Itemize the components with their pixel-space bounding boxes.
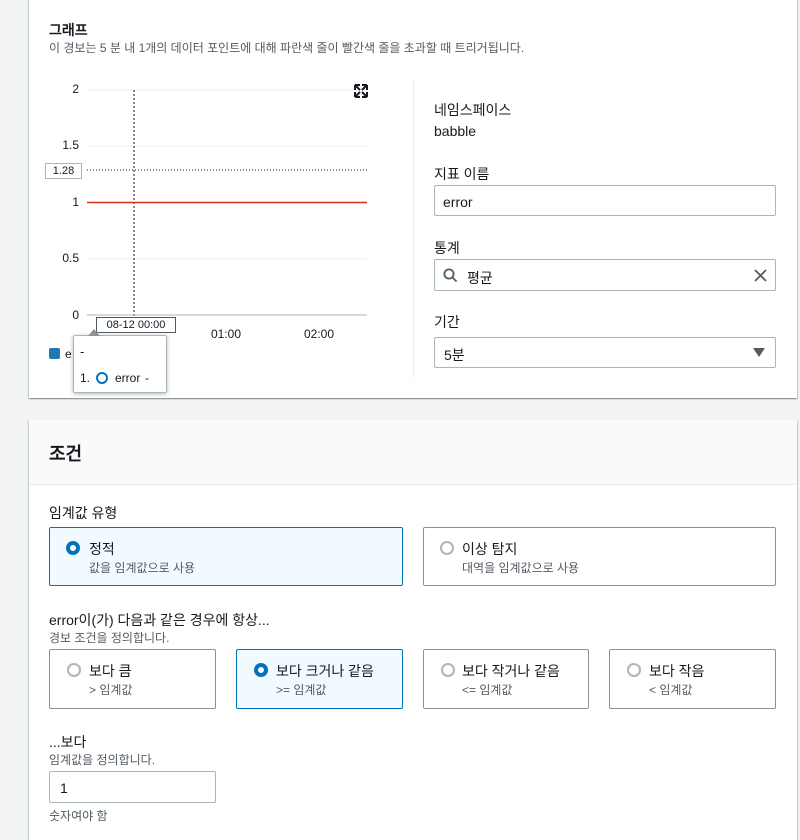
tooltip-index: 1. xyxy=(80,371,91,385)
series-circle-icon xyxy=(96,372,108,384)
hover-x-label: 08-12 00:00 xyxy=(96,317,176,333)
greater-equal-desc: >= 임계값 xyxy=(276,683,327,697)
search-icon xyxy=(443,268,458,283)
period-label: 기간 xyxy=(434,314,460,330)
radio-greater[interactable] xyxy=(67,663,81,677)
x-tick-02-00: 02:00 xyxy=(304,327,335,341)
conditions-title: 조건 xyxy=(49,444,83,464)
y-tick-0.5: 0.5 xyxy=(62,251,79,265)
greater-desc: > 임계값 xyxy=(89,683,133,697)
tooltip-arrow xyxy=(88,329,100,336)
tooltip-metric: error xyxy=(115,371,141,385)
operator-less[interactable]: 보다 작음 < 임계값 xyxy=(609,649,776,709)
legend-label[interactable]: e xyxy=(65,347,72,361)
tooltip-value: - xyxy=(145,371,149,385)
than-label: ...보다 xyxy=(49,734,87,750)
less-equal-desc: <= 임계값 xyxy=(462,683,513,697)
whenever-label: error이(가) 다음과 같은 경우에 항상... xyxy=(49,612,270,628)
static-desc: 값을 임계값으로 사용 xyxy=(89,561,196,575)
operator-greater-equal[interactable]: 보다 크거나 같음 >= 임계값 xyxy=(236,649,403,709)
y-tick-2: 2 xyxy=(72,82,79,96)
legend-swatch[interactable] xyxy=(49,348,60,359)
anomaly-desc: 대역을 임계값으로 사용 xyxy=(462,561,580,575)
y-tick-0: 0 xyxy=(72,308,79,322)
metric-name-label: 지표 이름 xyxy=(434,166,490,182)
greater-title: 보다 큼 xyxy=(89,663,132,679)
radio-less-equal[interactable] xyxy=(441,663,455,677)
namespace-value: babble xyxy=(434,123,477,139)
operator-greater[interactable]: 보다 큼 > 임계값 xyxy=(49,649,216,709)
graph-panel: 그래프 이 경보는 5 분 내 1개의 데이터 포인트에 대해 파란색 줄이 빨… xyxy=(29,0,797,398)
radio-greater-equal[interactable] xyxy=(254,663,268,677)
y-tick-1.5: 1.5 xyxy=(62,138,79,152)
less-desc: < 임계값 xyxy=(649,683,693,697)
expand-icon[interactable] xyxy=(354,84,368,98)
less-equal-title: 보다 작거나 같음 xyxy=(462,663,560,679)
period-value: 5분 xyxy=(444,347,465,363)
chart-grid xyxy=(87,89,367,260)
period-select[interactable]: 5분 xyxy=(434,337,776,368)
namespace-label: 네임스페이스 xyxy=(434,102,512,118)
conditions-header: 조건 xyxy=(29,420,797,485)
threshold-type-label: 임계값 유형 xyxy=(49,505,118,521)
constraint-text: 숫자여야 함 xyxy=(49,809,108,823)
radio-less[interactable] xyxy=(627,663,641,677)
greater-equal-title: 보다 크거나 같음 xyxy=(276,663,374,679)
radio-anomaly[interactable] xyxy=(440,541,454,555)
statistic-label: 통계 xyxy=(434,240,460,256)
chart-tooltip: - 1. error - xyxy=(73,329,167,393)
threshold-type-static[interactable]: 정적 값을 임계값으로 사용 xyxy=(49,527,403,586)
threshold-type-anomaly[interactable]: 이상 탐지 대역을 임계값으로 사용 xyxy=(423,527,776,586)
metric-name-input[interactable]: error xyxy=(434,185,776,216)
clear-icon[interactable] xyxy=(753,268,768,283)
less-title: 보다 작음 xyxy=(649,663,705,679)
anomaly-title: 이상 탐지 xyxy=(462,541,518,557)
statistic-value: 평균 xyxy=(467,270,493,286)
whenever-desc: 경보 조건을 정의합니다. xyxy=(49,631,170,645)
x-tick-01-00: 01:00 xyxy=(211,327,242,341)
caret-down-icon xyxy=(753,348,765,357)
than-desc: 임계값을 정의합니다. xyxy=(49,753,156,767)
statistic-input[interactable]: 평균 xyxy=(434,259,776,291)
hover-y-label: 1.28 xyxy=(45,163,82,179)
tooltip-title: - xyxy=(80,344,85,359)
conditions-panel: 조건 임계값 유형 정적 값을 임계값으로 사용 이상 탐지 대역을 임계값으로… xyxy=(29,420,797,840)
y-tick-1: 1 xyxy=(72,195,79,209)
static-title: 정적 xyxy=(89,541,115,557)
threshold-value-input[interactable]: 1 xyxy=(49,771,216,803)
operator-less-equal[interactable]: 보다 작거나 같음 <= 임계값 xyxy=(423,649,589,709)
radio-static[interactable] xyxy=(66,541,80,555)
graph-divider xyxy=(413,80,414,378)
